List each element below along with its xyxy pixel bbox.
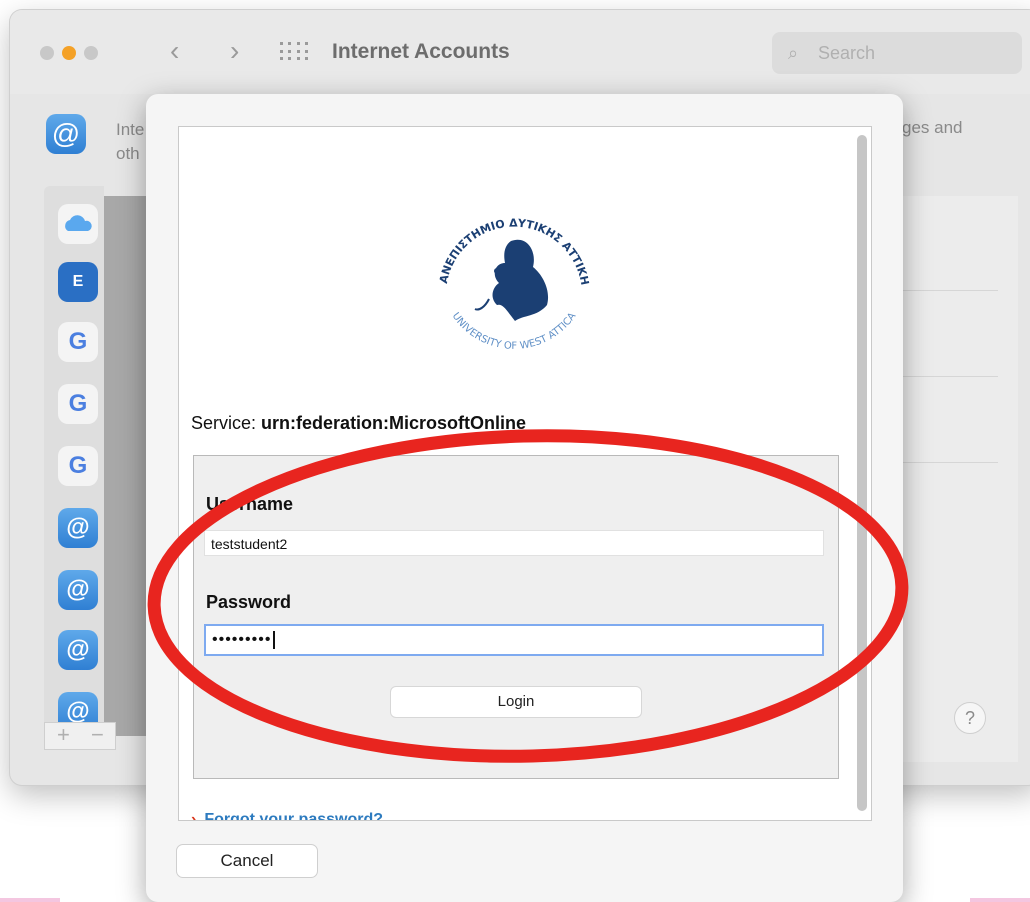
window-toolbar: ‹ › Internet Accounts ⌕ Search (10, 10, 1030, 94)
mail-account-icon[interactable]: @ (58, 570, 98, 610)
divider (902, 376, 998, 377)
accounts-sidebar: E G G G @ @ @ @ (44, 186, 104, 746)
login-form: Username teststudent2 Password •••••••••… (193, 455, 839, 779)
zoom-window-button[interactable] (84, 46, 98, 60)
search-placeholder: Search (818, 43, 876, 63)
add-remove-bar: + − (44, 722, 116, 750)
description-right: ges and (902, 118, 963, 137)
mail-account-icon[interactable]: @ (58, 508, 98, 548)
login-button[interactable]: Login (390, 686, 642, 718)
forgot-password-text: Forgot your password? (204, 811, 383, 821)
remove-account-button[interactable]: − (91, 722, 104, 748)
search-icon: ⌕ (788, 43, 799, 63)
google-account-icon[interactable]: G (58, 446, 98, 486)
account-detail-panel (902, 196, 1018, 762)
cancel-button[interactable]: Cancel (176, 844, 318, 878)
divider (902, 290, 998, 291)
account-names-redacted (104, 196, 148, 736)
username-label: Username (206, 494, 294, 514)
text-caret (273, 630, 276, 649)
show-all-grid-icon[interactable] (280, 42, 310, 62)
service-line: Service: urn:federation:MicrosoftOnline (191, 413, 526, 434)
decoration-strip (0, 898, 60, 902)
sign-in-sheet: ΠΑΝΕΠΙΣΤΗΜΙΟ ΔΥΤΙΚΗΣ ΑΤΤΙΚΗΣ UNIVERSITY … (146, 94, 903, 902)
internet-accounts-icon: @ (46, 114, 86, 154)
mail-account-icon[interactable]: @ (58, 630, 98, 670)
university-logo: ΠΑΝΕΠΙΣΤΗΜΙΟ ΔΥΤΙΚΗΣ ΑΤΤΙΚΗΣ UNIVERSITY … (419, 179, 591, 352)
username-field[interactable]: teststudent2 (204, 530, 824, 556)
add-account-button[interactable]: + (57, 722, 70, 748)
service-value: urn:federation:MicrosoftOnline (261, 413, 527, 433)
search-field[interactable]: ⌕ Search (772, 32, 1022, 74)
link-arrow-icon: › (191, 811, 197, 821)
service-label: Service: (191, 413, 257, 433)
google-account-icon[interactable]: G (58, 384, 98, 424)
icloud-account-icon[interactable] (58, 204, 98, 244)
description-line-1: Inte (116, 120, 145, 139)
back-icon[interactable]: ‹ (170, 36, 179, 66)
help-button[interactable]: ? (954, 702, 986, 734)
close-window-button[interactable] (40, 46, 54, 60)
decoration-strip (970, 898, 1030, 902)
forward-icon[interactable]: › (230, 36, 239, 66)
exchange-account-icon[interactable]: E (58, 262, 98, 302)
minimize-window-button[interactable] (62, 46, 76, 60)
password-value: ••••••••• (212, 631, 272, 648)
scrollbar[interactable] (857, 135, 867, 811)
description-line-2: oth (116, 144, 140, 163)
description-left: Inte oth (116, 118, 144, 166)
window-title: Internet Accounts (332, 40, 510, 63)
password-label: Password (206, 592, 292, 612)
forgot-password-link[interactable]: › Forgot your password? (191, 811, 383, 821)
password-field[interactable]: ••••••••• (204, 624, 824, 656)
web-login-view: ΠΑΝΕΠΙΣΤΗΜΙΟ ΔΥΤΙΚΗΣ ΑΤΤΙΚΗΣ UNIVERSITY … (178, 126, 872, 821)
google-account-icon[interactable]: G (58, 322, 98, 362)
divider (902, 462, 998, 463)
